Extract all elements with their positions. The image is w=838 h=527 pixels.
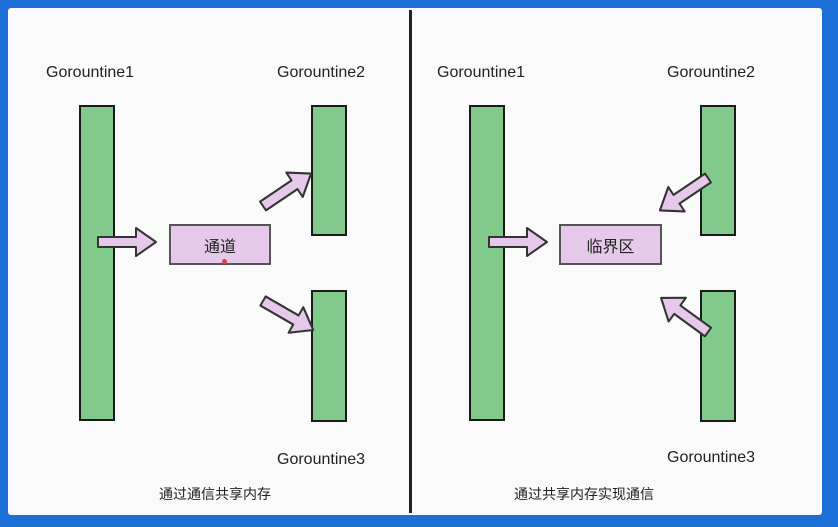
right-arrow-to-critical — [488, 227, 548, 257]
arrows-layer — [97, 160, 718, 345]
left-arrow-to-goroutine3 — [254, 287, 322, 344]
diagram-canvas: Gorountine1 Gorountine2 Gorountine3 通道 通… — [8, 8, 822, 515]
left-arrow-to-goroutine2 — [253, 160, 321, 220]
right-arrow-from-goroutine2 — [650, 164, 718, 224]
left-arrow-to-channel — [97, 227, 157, 257]
cursor-dot — [222, 259, 227, 264]
right-arrow-from-goroutine3 — [651, 284, 718, 345]
